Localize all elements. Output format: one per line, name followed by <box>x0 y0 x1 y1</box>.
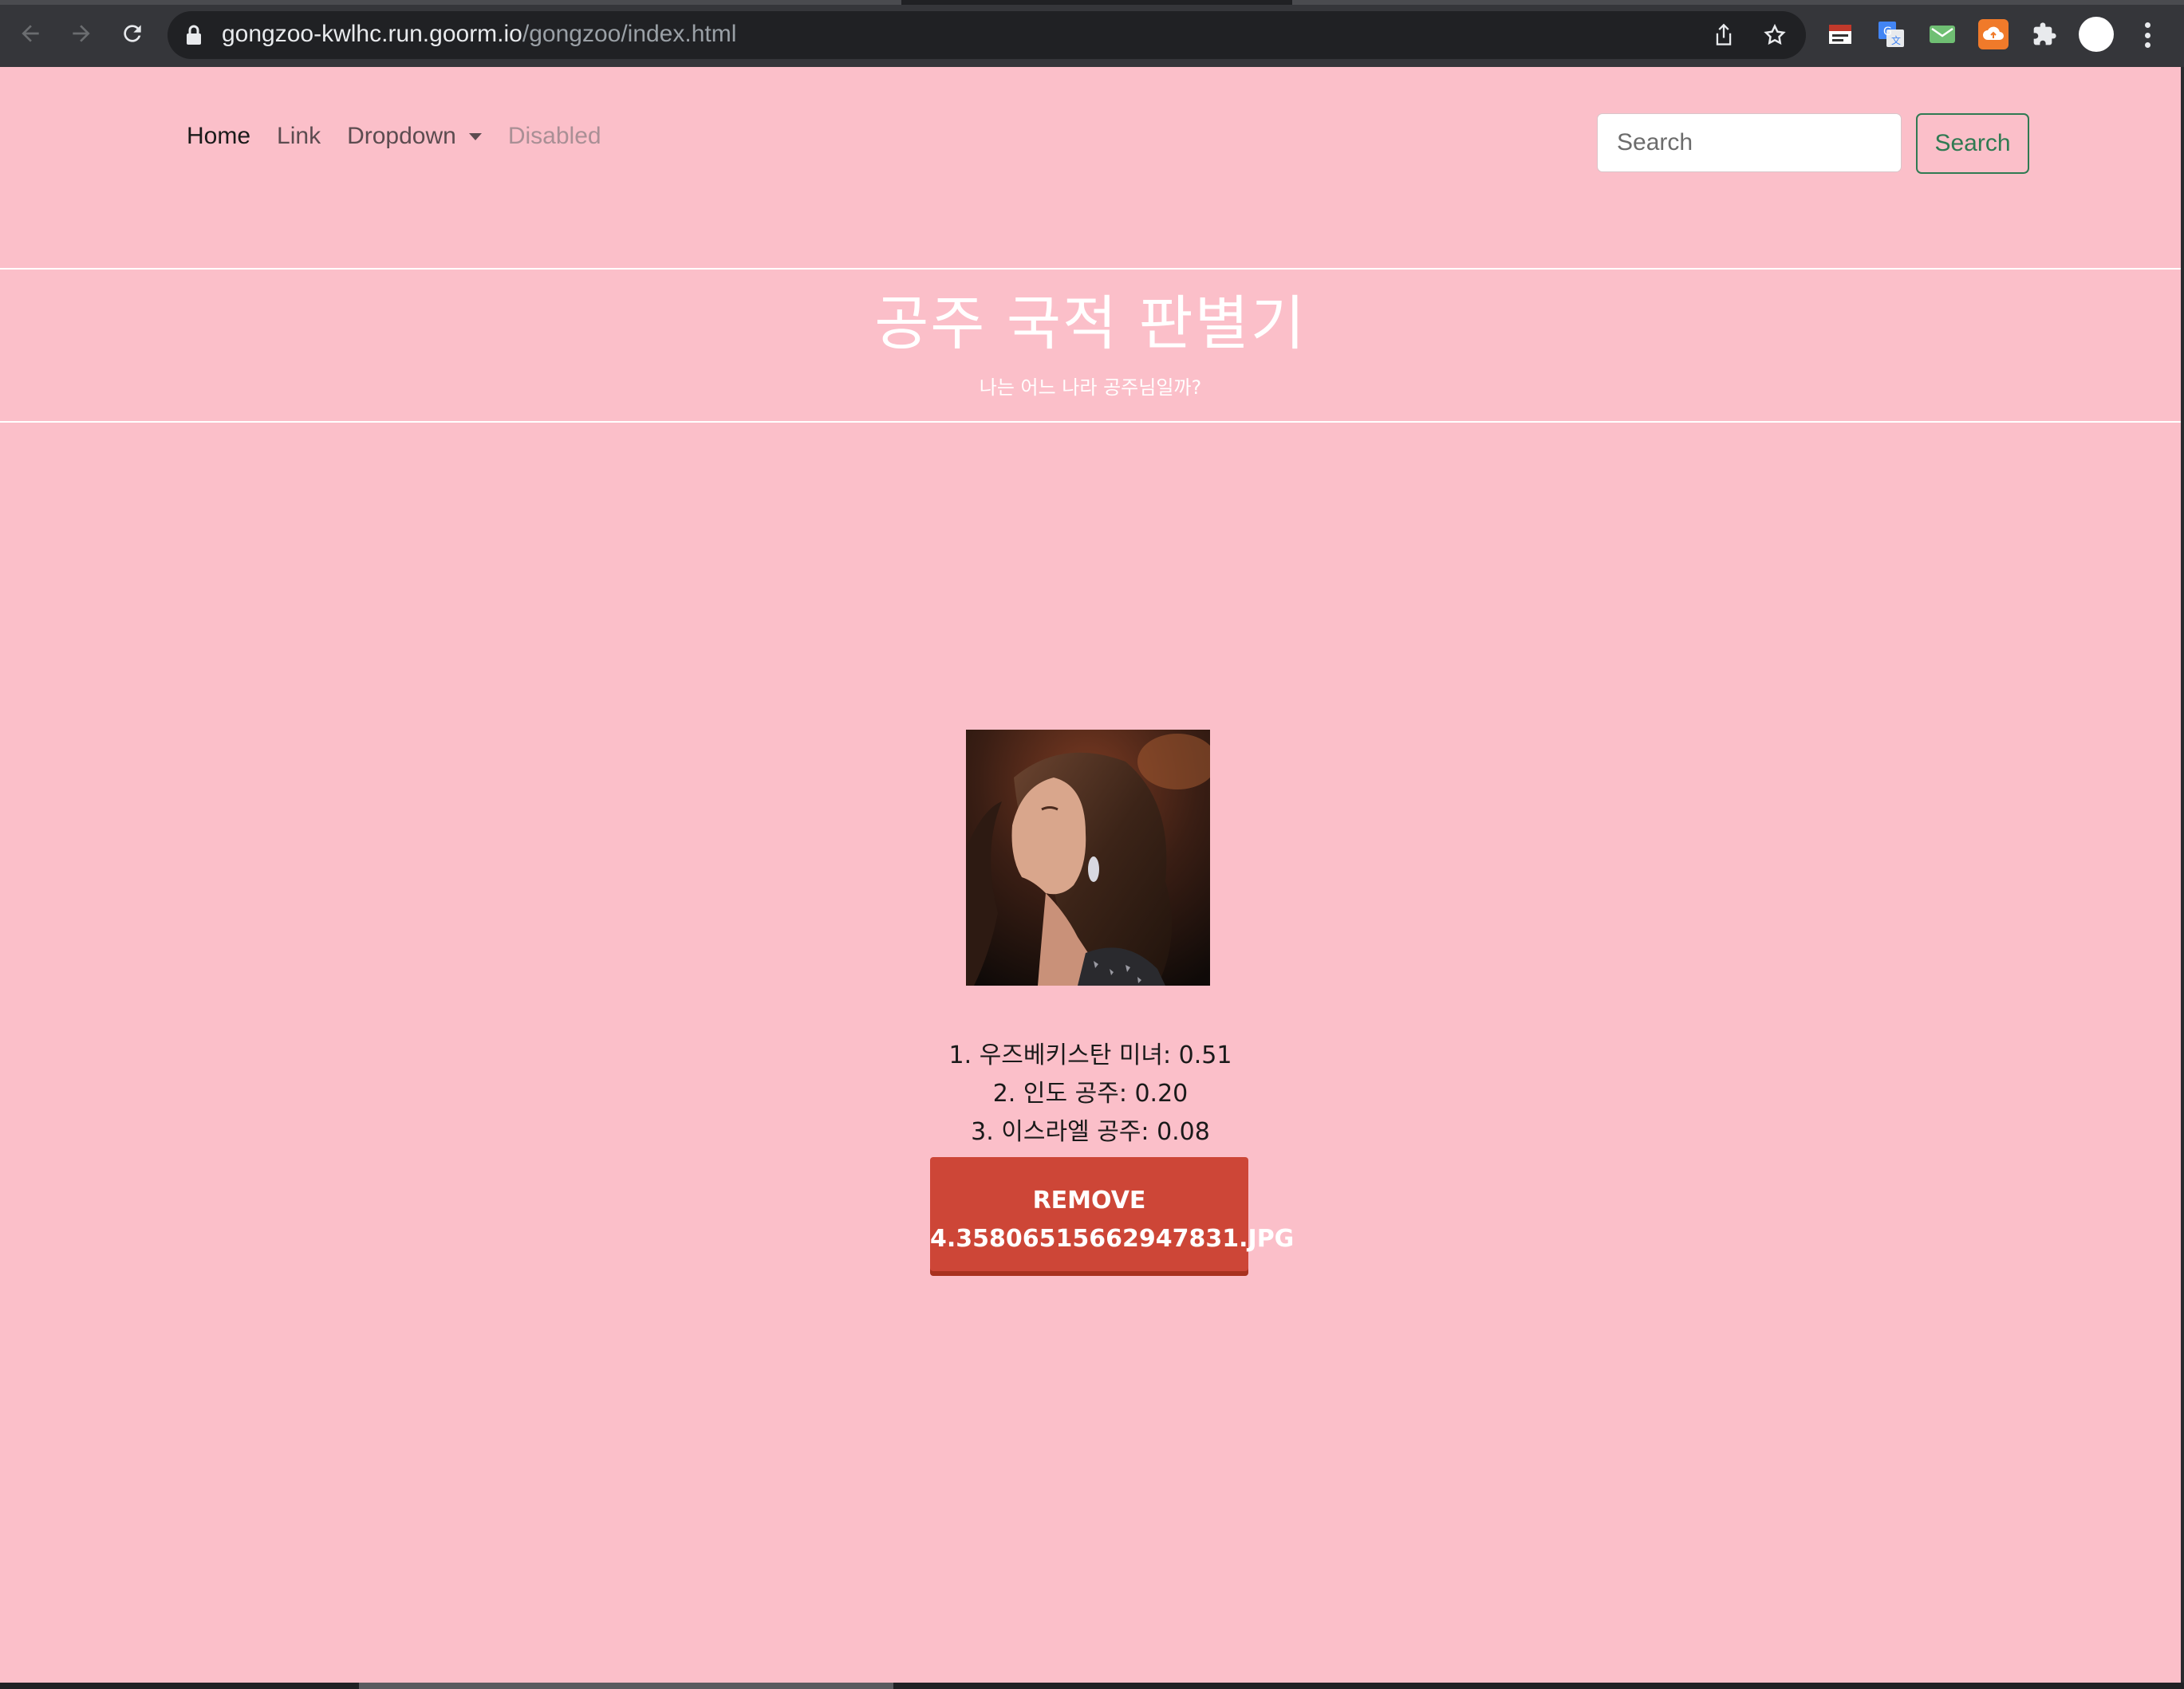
nav-dropdown[interactable]: Dropdown <box>347 123 482 150</box>
lock-icon[interactable] <box>185 24 203 49</box>
cloud-upload-icon[interactable] <box>1978 19 2009 49</box>
profile-avatar[interactable] <box>2079 17 2114 52</box>
prediction-results: 1. 우즈베키스탄 미녀: 0.51 2. 인도 공주: 0.20 3. 이스라… <box>0 1037 2181 1152</box>
puzzle-icon[interactable] <box>2029 19 2060 49</box>
reload-icon[interactable] <box>115 16 150 51</box>
url-text[interactable]: gongzoo-kwlhc.run.goorm.io/gongzoo/index… <box>222 21 736 48</box>
window-edge <box>2181 67 2184 1683</box>
page-subtitle: 나는 어느 나라 공주님일까? <box>979 376 1202 399</box>
nav-link-disabled: Disabled <box>507 123 601 149</box>
result-item: 2. 인도 공주: 0.20 <box>992 1080 1189 1108</box>
remove-file-button[interactable]: REMOVE 4.35806515662947831.JPG <box>930 1157 1295 1271</box>
share-icon[interactable] <box>1710 22 1737 49</box>
menu-kebab-icon[interactable] <box>2138 18 2157 53</box>
browser-toolbar: gongzoo-kwlhc.run.goorm.io/gongzoo/index… <box>0 0 2184 67</box>
address-bar[interactable]: gongzoo-kwlhc.run.goorm.io/gongzoo/index… <box>168 11 1806 59</box>
nav-dropdown-label: Dropdown <box>347 123 456 149</box>
navbar: Home Link Dropdown Disabled <box>187 123 628 150</box>
mail-check-icon[interactable] <box>1927 19 1957 49</box>
translate-icon[interactable]: G文 <box>1876 19 1906 49</box>
nav-link-home[interactable]: Home <box>187 123 250 150</box>
bottom-scrollbar-track <box>0 1683 2184 1689</box>
tab-strip-segment[interactable] <box>1292 0 2184 5</box>
search-button[interactable]: Search <box>1916 113 2029 174</box>
forward-icon[interactable] <box>64 16 99 51</box>
back-icon[interactable] <box>13 16 48 51</box>
tab-strip-segment[interactable] <box>0 0 901 5</box>
remove-label: REMOVE <box>1032 1186 1146 1215</box>
extension-icon[interactable] <box>1825 19 1855 49</box>
uploaded-photo <box>966 730 1210 986</box>
url-host: gongzoo-kwlhc.run.goorm.io <box>222 21 522 47</box>
bookmark-star-icon[interactable] <box>1761 22 1788 49</box>
nav-link-link[interactable]: Link <box>277 123 321 150</box>
url-path: /gongzoo/index.html <box>522 21 737 47</box>
remove-filename: 4.35806515662947831.JPG <box>930 1224 1295 1253</box>
search-input[interactable] <box>1597 113 1902 172</box>
svg-text:文: 文 <box>1891 34 1901 46</box>
result-item: 3. 이스라엘 공주: 0.08 <box>971 1118 1210 1146</box>
result-item: 1. 우즈베키스탄 미녀: 0.51 <box>948 1041 1232 1069</box>
bottom-scrollbar-thumb[interactable] <box>359 1683 893 1689</box>
hero-section: 공주 국적 판별기 나는 어느 나라 공주님일까? <box>0 268 2181 423</box>
page-title: 공주 국적 판별기 <box>874 289 1307 358</box>
caret-down-icon <box>468 132 482 140</box>
page-viewport: Home Link Dropdown Disabled Search 공주 국적… <box>0 67 2181 1683</box>
